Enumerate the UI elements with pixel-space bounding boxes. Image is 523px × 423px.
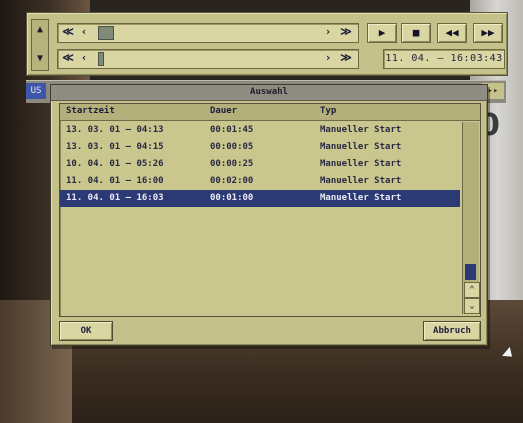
- skip-forward-button[interactable]: ▶▶: [473, 23, 503, 43]
- column-header-start[interactable]: Startzeit: [66, 106, 115, 116]
- list-scrollbar[interactable]: ⌃ ⌄: [462, 122, 480, 314]
- scroll-down-arrow-icon[interactable]: ⌄: [464, 298, 480, 314]
- row-type: Manueller Start: [320, 193, 402, 203]
- scroll-up-arrow-icon[interactable]: ⌃: [464, 282, 480, 298]
- list-row[interactable]: 10. 04. 01 – 05:26 00:00:25 Manueller St…: [60, 156, 460, 173]
- scroll-up-icon[interactable]: ▲: [32, 23, 48, 37]
- play-button[interactable]: ▶: [367, 23, 397, 43]
- row-duration: 00:02:00: [210, 176, 254, 186]
- row-type: Manueller Start: [320, 125, 402, 135]
- playback-control-panel: ▲ ▼ ≪ ‹ › ≫ ≪ ‹ › ≫ ▶ ■ ◀◀ ▶▶ 11. 04. – …: [26, 12, 508, 76]
- row-type: Manueller Start: [320, 142, 402, 152]
- row-type: Manueller Start: [320, 159, 402, 169]
- column-header-duration[interactable]: Dauer: [210, 106, 237, 116]
- recording-list: Startzeit Dauer Typ 13. 03. 01 – 04:13 0…: [59, 103, 481, 317]
- skip-back-button[interactable]: ◀◀: [437, 23, 467, 43]
- rewind-button[interactable]: ‹: [76, 25, 92, 39]
- scroll-down-icon[interactable]: ▼: [32, 52, 48, 66]
- column-header-type[interactable]: Typ: [320, 106, 336, 116]
- timeline-thumb-1[interactable]: [98, 26, 114, 40]
- ok-button[interactable]: OK: [59, 321, 113, 341]
- forward-fast-button-2[interactable]: ≫: [338, 51, 354, 65]
- dialog-title: Auswahl: [51, 85, 487, 101]
- row-duration: 00:01:00: [210, 193, 254, 203]
- list-header: Startzeit Dauer Typ: [60, 104, 480, 121]
- selection-dialog: Auswahl Startzeit Dauer Typ 13. 03. 01 –…: [50, 84, 488, 346]
- date-range-display: 11. 04. – 16:03:43: [383, 49, 505, 69]
- rewind-fast-button[interactable]: ≪: [60, 25, 76, 39]
- row-start: 13. 03. 01 – 04:13: [66, 125, 164, 135]
- row-start: 10. 04. 01 – 05:26: [66, 159, 164, 169]
- scrollbar-thumb[interactable]: [465, 264, 476, 280]
- stop-button[interactable]: ■: [401, 23, 431, 43]
- row-duration: 00:00:25: [210, 159, 254, 169]
- rewind-fast-button-2[interactable]: ≪: [60, 51, 76, 65]
- forward-fast-button[interactable]: ≫: [338, 25, 354, 39]
- timeline-thumb-2[interactable]: [98, 52, 104, 66]
- list-row-selected[interactable]: 11. 04. 01 – 16:03 00:01:00 Manueller St…: [60, 190, 460, 207]
- forward-button[interactable]: ›: [320, 25, 336, 39]
- forward-button-2[interactable]: ›: [320, 51, 336, 65]
- timeline-track-1[interactable]: ≪ ‹ › ≫: [57, 23, 359, 43]
- list-row[interactable]: 13. 03. 01 – 04:15 00:00:05 Manueller St…: [60, 139, 460, 156]
- row-start: 13. 03. 01 – 04:15: [66, 142, 164, 152]
- row-duration: 00:00:05: [210, 142, 254, 152]
- list-row[interactable]: 13. 03. 01 – 04:13 00:01:45 Manueller St…: [60, 122, 460, 139]
- row-duration: 00:01:45: [210, 125, 254, 135]
- channel-scroll[interactable]: ▲ ▼: [31, 19, 49, 71]
- row-type: Manueller Start: [320, 176, 402, 186]
- cancel-button[interactable]: Abbruch: [423, 321, 481, 341]
- rewind-button-2[interactable]: ‹: [76, 51, 92, 65]
- list-row[interactable]: 11. 04. 01 – 16:00 00:02:00 Manueller St…: [60, 173, 460, 190]
- timeline-track-2[interactable]: ≪ ‹ › ≫: [57, 49, 359, 69]
- list-rows: 13. 03. 01 – 04:13 00:01:45 Manueller St…: [60, 122, 460, 207]
- tab-left[interactable]: US: [26, 83, 46, 99]
- row-start: 11. 04. 01 – 16:00: [66, 176, 164, 186]
- row-start: 11. 04. 01 – 16:03: [66, 193, 164, 203]
